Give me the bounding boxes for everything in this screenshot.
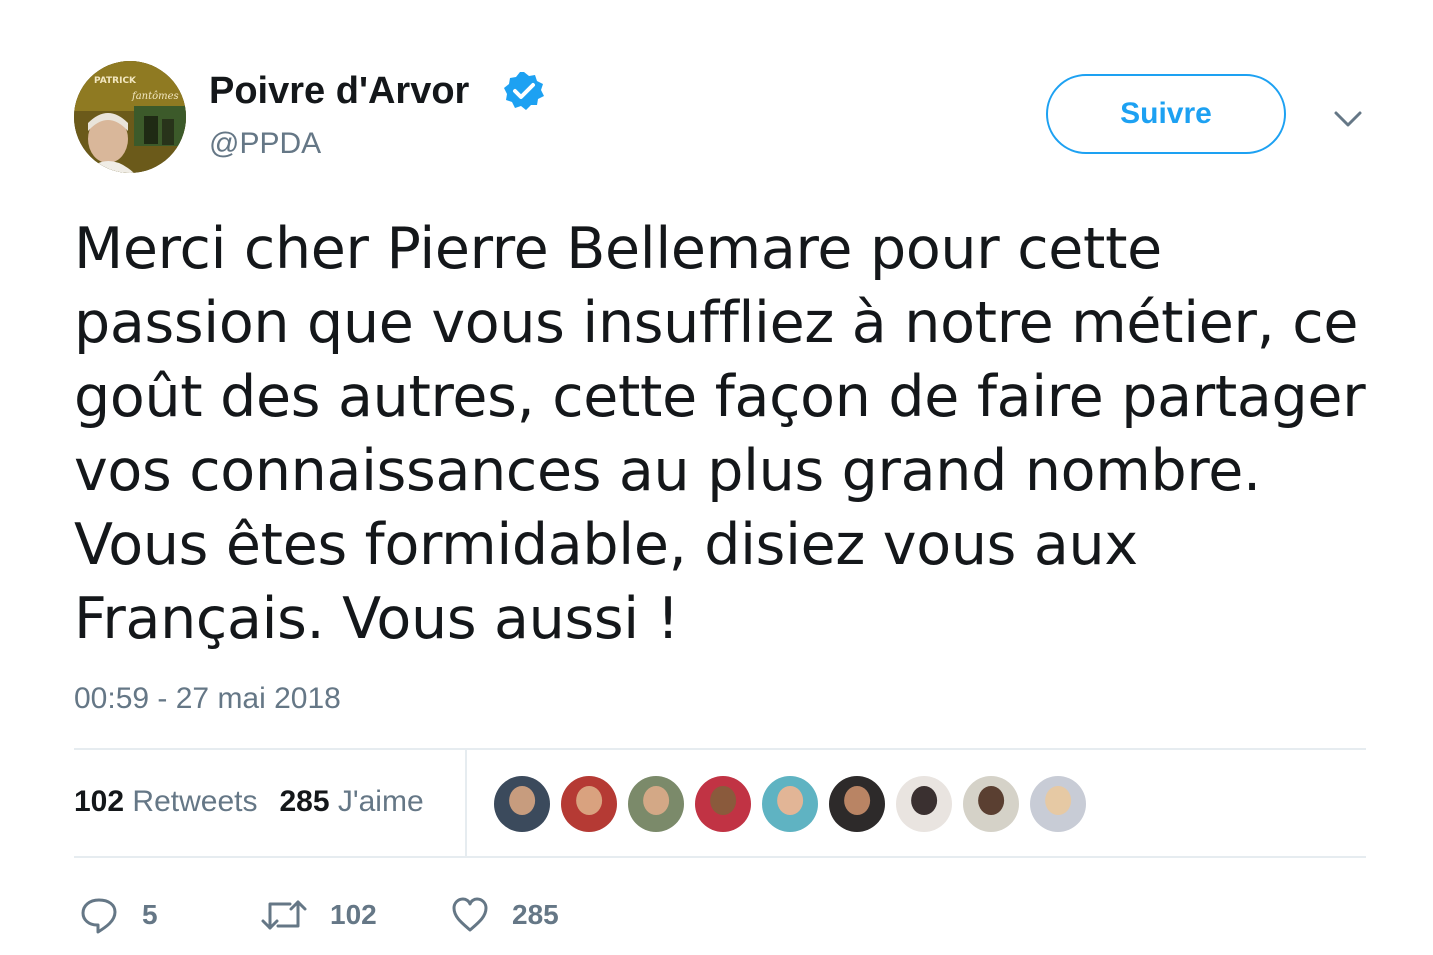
liker-face	[1045, 786, 1071, 816]
divider	[74, 856, 1366, 858]
liker-face	[911, 786, 937, 816]
liker-avatar[interactable]	[762, 776, 818, 832]
liker-face	[710, 786, 736, 816]
liker-avatar[interactable]	[829, 776, 885, 832]
liker-face	[643, 786, 669, 816]
chevron-down-icon[interactable]	[1328, 102, 1368, 136]
liker-avatar[interactable]	[628, 776, 684, 832]
divider	[74, 748, 1366, 750]
retweets-stat[interactable]: 102 Retweets	[74, 785, 257, 818]
likers-avatars	[494, 776, 1097, 832]
retweet-button[interactable]: 102	[260, 890, 377, 940]
like-count: 285	[512, 899, 559, 930]
likes-stat[interactable]: 285 J'aime	[279, 785, 423, 818]
tweet: PATRICK fantômes Poivre d'Arvor @PPDA Su…	[0, 0, 1433, 955]
liker-face	[844, 786, 870, 816]
reply-icon	[81, 898, 117, 934]
author-avatar[interactable]: PATRICK fantômes	[74, 61, 186, 173]
tweet-timestamp[interactable]: 00:59 - 27 mai 2018	[74, 682, 341, 716]
likes-label: J'aime	[337, 785, 424, 818]
verified-badge-icon	[504, 72, 544, 110]
liker-avatar[interactable]	[1030, 776, 1086, 832]
like-button[interactable]: 285	[450, 890, 559, 940]
liker-face	[777, 786, 803, 816]
liker-avatar[interactable]	[963, 776, 1019, 832]
svg-text:fantômes: fantômes	[131, 91, 179, 102]
liker-avatar[interactable]	[896, 776, 952, 832]
reply-count: 5	[142, 899, 158, 930]
liker-face	[509, 786, 535, 816]
liker-face	[576, 786, 602, 816]
liker-avatar[interactable]	[494, 776, 550, 832]
retweets-count: 102	[74, 785, 125, 818]
tweet-text: Merci cher Pierre Bellemare pour cette p…	[74, 216, 1366, 652]
stats-divider	[465, 750, 467, 858]
liker-face	[978, 786, 1004, 816]
follow-button[interactable]: Suivre	[1046, 74, 1286, 154]
retweet-count: 102	[330, 899, 377, 930]
reply-button[interactable]: 5	[78, 890, 158, 940]
liker-avatar[interactable]	[561, 776, 617, 832]
author-handle[interactable]: @PPDA	[209, 127, 321, 161]
svg-text:PATRICK: PATRICK	[94, 76, 137, 86]
retweet-icon	[261, 900, 307, 930]
retweets-label: Retweets	[132, 785, 258, 818]
heart-icon	[452, 897, 488, 932]
author-name[interactable]: Poivre d'Arvor	[209, 70, 469, 113]
likes-count: 285	[279, 785, 330, 818]
tweet-stats: 102 Retweets 285 J'aime	[74, 785, 424, 819]
avatar-image: PATRICK fantômes	[74, 61, 186, 173]
liker-avatar[interactable]	[695, 776, 751, 832]
